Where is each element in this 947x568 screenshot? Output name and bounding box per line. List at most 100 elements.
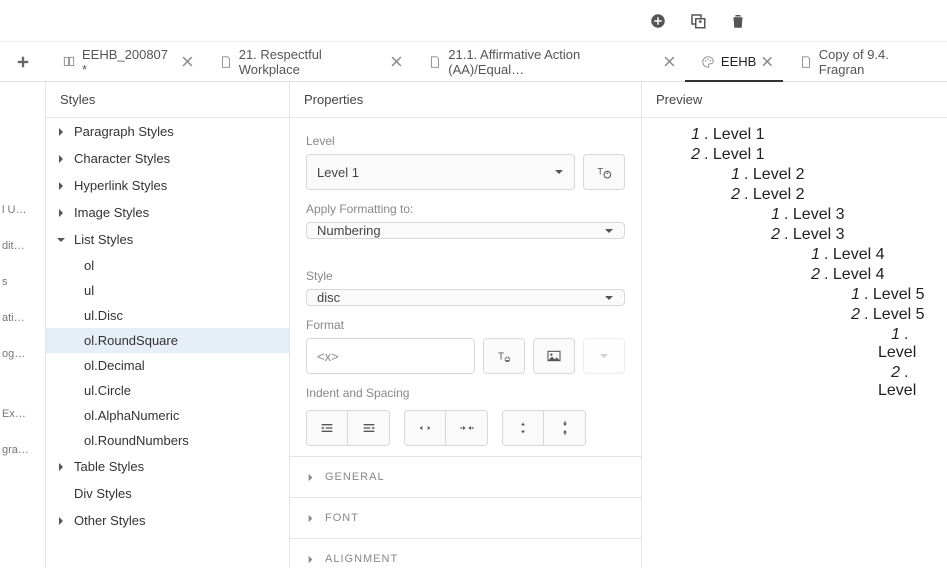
preview-list-item: 1. Level 3 <box>758 206 947 224</box>
preview-list-item: 1. Level 2 <box>718 166 947 184</box>
chevron-right-icon <box>56 516 66 526</box>
svg-text:T: T <box>498 351 504 362</box>
apply-value: Numbering <box>317 223 381 238</box>
tab-1[interactable]: 21. Respectful Workplace <box>203 42 413 81</box>
style-item[interactable]: ol <box>46 253 289 278</box>
gutter-item[interactable]: s <box>2 276 8 288</box>
apply-label: Apply Formatting to: <box>306 202 625 216</box>
chevron-right-icon <box>56 181 66 191</box>
preview-list-item: 1. Level 4 <box>798 246 947 264</box>
apply-formatting-select[interactable]: Numbering <box>306 222 625 239</box>
format-image-button[interactable] <box>533 338 575 374</box>
top-toolbar <box>0 0 947 42</box>
preview-panel: Preview 1. Level 12. Level 11. Level 22.… <box>642 82 947 568</box>
style-item[interactable]: ol.Decimal <box>46 353 289 378</box>
gutter-item[interactable]: og… <box>2 348 25 360</box>
style-item[interactable]: ul <box>46 278 289 303</box>
tab-label: EEHB <box>721 54 756 69</box>
preview-list-item: 2. Level <box>878 364 947 400</box>
style-item[interactable]: ol.RoundNumbers <box>46 428 289 453</box>
tab-4[interactable]: Copy of 9.4. Fragran <box>783 42 947 81</box>
style-select[interactable]: disc <box>306 289 625 306</box>
add-tab-button[interactable] <box>0 42 46 81</box>
spacing-in-button[interactable] <box>404 410 446 446</box>
outdent-button[interactable] <box>306 410 348 446</box>
chevron-down-icon <box>604 226 614 236</box>
document-tabs: EEHB_200807 * 21. Respectful Workplace 21.… <box>0 42 947 82</box>
format-label: Format <box>306 318 625 332</box>
style-item[interactable]: ol.AlphaNumeric <box>46 403 289 428</box>
chevron-down-icon <box>554 167 564 177</box>
preview-list-item: 2. Level 2 <box>718 186 947 204</box>
svg-text:T: T <box>597 167 603 177</box>
preview-list-item: 1. Level 1 <box>678 126 947 144</box>
tab-0[interactable]: EEHB_200807 * <box>46 42 203 81</box>
tab-2[interactable]: 21.1. Affirmative Action (AA)/Equal… <box>412 42 685 81</box>
level-reset-button[interactable]: T <box>583 154 625 190</box>
gutter-item[interactable]: gra… <box>2 444 29 456</box>
style-category[interactable]: Paragraph Styles <box>46 118 289 145</box>
properties-panel-header: Properties <box>290 82 641 118</box>
close-icon[interactable] <box>664 56 675 67</box>
gutter-item[interactable]: l U… <box>2 204 26 216</box>
style-item[interactable]: ul.Disc <box>46 303 289 328</box>
trash-icon[interactable] <box>729 12 747 30</box>
chevron-down-icon <box>56 235 66 245</box>
styles-panel-header: Styles <box>46 82 289 118</box>
format-input[interactable]: <x> <box>306 338 475 374</box>
styles-panel: Styles Paragraph StylesCharacter StylesH… <box>46 82 290 568</box>
add-circle-icon[interactable] <box>649 12 667 30</box>
preview-list-item: 1. Level <box>878 326 947 362</box>
style-item[interactable]: ul.Circle <box>46 378 289 403</box>
vspacing-in-button[interactable] <box>502 410 544 446</box>
chevron-right-icon <box>56 462 66 472</box>
style-category[interactable]: Table Styles <box>46 453 289 480</box>
style-value: disc <box>317 290 340 305</box>
preview-list-item: 1. Level 5 <box>838 286 947 304</box>
level-label: Level <box>306 134 625 148</box>
preview-list-item: 2. Level 3 <box>758 226 947 244</box>
style-category[interactable]: Hyperlink Styles <box>46 172 289 199</box>
format-text-button[interactable]: T <box>483 338 525 374</box>
chevron-right-icon <box>306 514 315 523</box>
style-category[interactable]: List Styles <box>46 226 289 253</box>
chevron-right-icon <box>306 473 315 482</box>
close-icon[interactable] <box>182 56 193 67</box>
chevron-right-icon <box>56 208 66 218</box>
section-alignment[interactable]: ALIGNMENT <box>290 538 641 568</box>
style-label: Style <box>306 269 625 283</box>
chevron-right-icon <box>306 555 315 564</box>
gutter-item[interactable]: dit… <box>2 240 25 252</box>
style-item[interactable]: ol.RoundSquare <box>46 328 289 353</box>
duplicate-icon[interactable] <box>689 12 707 30</box>
tab-label: 21. Respectful Workplace <box>239 47 386 77</box>
style-category[interactable]: Other Styles <box>46 507 289 534</box>
tab-label: EEHB_200807 * <box>82 47 176 77</box>
level-select[interactable]: Level 1 <box>306 154 575 190</box>
tab-3[interactable]: EEHB <box>685 42 783 81</box>
style-category[interactable]: Image Styles <box>46 199 289 226</box>
main-area: l U… dit… s ati… og… Ex… gra… Styles Paragraph… <box>0 82 947 568</box>
gutter-item[interactable]: ati… <box>2 312 25 324</box>
preview-list-item: 2. Level 5 <box>838 306 947 324</box>
tab-label: 21.1. Affirmative Action (AA)/Equal… <box>448 47 658 77</box>
close-icon[interactable] <box>762 56 772 67</box>
level-value: Level 1 <box>317 165 359 180</box>
vspacing-out-button[interactable] <box>544 410 586 446</box>
chevron-right-icon <box>56 154 66 164</box>
preview-list-item: 2. Level 4 <box>798 266 947 284</box>
section-font[interactable]: FONT <box>290 497 641 538</box>
gutter-item[interactable]: Ex… <box>2 408 26 420</box>
style-category[interactable]: Character Styles <box>46 145 289 172</box>
indent-button[interactable] <box>348 410 390 446</box>
format-dropdown-disabled <box>583 338 625 374</box>
chevron-down-icon <box>604 293 614 303</box>
left-gutter: l U… dit… s ati… og… Ex… gra… <box>0 82 46 568</box>
style-category[interactable]: Div Styles <box>46 480 289 507</box>
tab-label: Copy of 9.4. Fragran <box>819 47 937 77</box>
indent-label: Indent and Spacing <box>306 386 625 400</box>
properties-panel: Properties Level Level 1 T Apply Formatt… <box>290 82 642 568</box>
spacing-out-button[interactable] <box>446 410 488 446</box>
close-icon[interactable] <box>391 56 402 67</box>
section-general[interactable]: GENERAL <box>290 456 641 497</box>
